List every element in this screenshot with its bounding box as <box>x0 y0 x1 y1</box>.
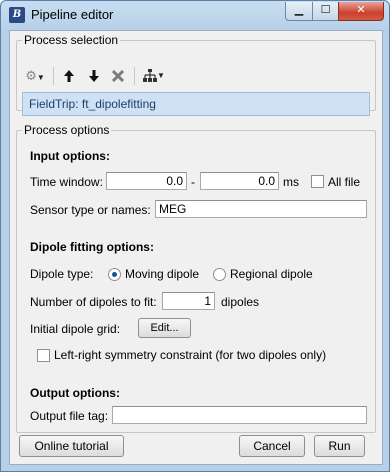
regional-dipole-label[interactable]: Regional dipole <box>230 267 313 281</box>
run-button[interactable]: Run <box>314 435 365 457</box>
tree-icon <box>143 69 158 82</box>
gear-icon: ⚙ <box>25 68 37 83</box>
maximize-icon: ☐ <box>320 4 331 16</box>
output-options-heading: Output options: <box>30 386 120 400</box>
time-end-input[interactable] <box>200 172 279 190</box>
all-file-checkbox[interactable] <box>311 175 324 188</box>
cancel-button[interactable]: Cancel <box>239 435 305 457</box>
dipole-count-input[interactable] <box>162 292 215 310</box>
output-tag-label: Output file tag: <box>30 409 109 423</box>
toolbar-divider <box>53 67 54 85</box>
dipole-type-label: Dipole type: <box>30 267 94 281</box>
gear-menu-button[interactable]: ⚙▼ <box>22 65 48 87</box>
toolbar-divider <box>134 67 135 85</box>
minimize-button[interactable]: ▁ <box>285 2 313 21</box>
dipole-count-unit: dipoles <box>221 295 260 309</box>
time-start-input[interactable] <box>106 172 187 190</box>
pipeline-editor-window: B Pipeline editor ▁ ☐ ✕ Process selectio… <box>0 0 390 472</box>
pipeline-tree-menu-button[interactable]: ▼ <box>140 65 168 87</box>
process-selection-group: Process selection ⚙▼ ▼ FieldTrip: ft_dip… <box>16 33 376 116</box>
process-selection-legend: Process selection <box>24 33 119 47</box>
move-up-button[interactable] <box>59 65 79 87</box>
dipole-count-label: Number of dipoles to fit: <box>30 295 157 309</box>
all-file-label[interactable]: All file <box>328 175 360 189</box>
regional-dipole-radio[interactable] <box>213 268 226 281</box>
move-down-button[interactable] <box>84 65 104 87</box>
title-bar[interactable]: B Pipeline editor ▁ ☐ ✕ <box>1 1 389 29</box>
sensor-type-label: Sensor type or names: <box>30 203 151 217</box>
dialog-body: Process selection ⚙▼ ▼ FieldTrip: ft_dip… <box>9 30 383 465</box>
symmetry-checkbox[interactable] <box>37 349 50 362</box>
close-button[interactable]: ✕ <box>338 2 384 21</box>
time-range-dash: - <box>191 175 195 189</box>
moving-dipole-radio[interactable] <box>108 268 121 281</box>
process-options-legend: Process options <box>24 123 110 137</box>
window-title: Pipeline editor <box>31 7 114 22</box>
dipole-fitting-heading: Dipole fitting options: <box>30 240 154 254</box>
time-window-label: Time window: <box>30 175 103 189</box>
delete-button[interactable] <box>108 65 128 87</box>
edit-grid-button[interactable]: Edit... <box>138 318 191 338</box>
maximize-button[interactable]: ☐ <box>312 2 339 21</box>
output-tag-input[interactable] <box>112 406 367 424</box>
process-list-item[interactable]: FieldTrip: ft_dipolefitting <box>29 97 156 111</box>
arrow-down-icon <box>89 70 99 82</box>
chevron-down-icon: ▼ <box>36 73 45 82</box>
brainstorm-app-icon: B <box>9 7 25 23</box>
online-tutorial-button[interactable]: Online tutorial <box>19 435 124 457</box>
delete-icon <box>111 69 125 83</box>
minimize-icon: ▁ <box>294 4 304 16</box>
close-icon: ✕ <box>356 4 366 16</box>
arrow-up-icon <box>64 70 74 82</box>
process-options-group: Process options Input options: Time wind… <box>16 123 376 433</box>
sensor-type-input[interactable] <box>155 200 367 218</box>
moving-dipole-label[interactable]: Moving dipole <box>125 267 199 281</box>
input-options-heading: Input options: <box>30 149 110 163</box>
initial-grid-label: Initial dipole grid: <box>30 322 121 336</box>
time-unit-label: ms <box>283 175 299 189</box>
chevron-down-icon: ▼ <box>157 71 165 80</box>
process-list[interactable]: FieldTrip: ft_dipolefitting <box>22 92 370 116</box>
symmetry-label[interactable]: Left-right symmetry constraint (for two … <box>54 348 326 362</box>
